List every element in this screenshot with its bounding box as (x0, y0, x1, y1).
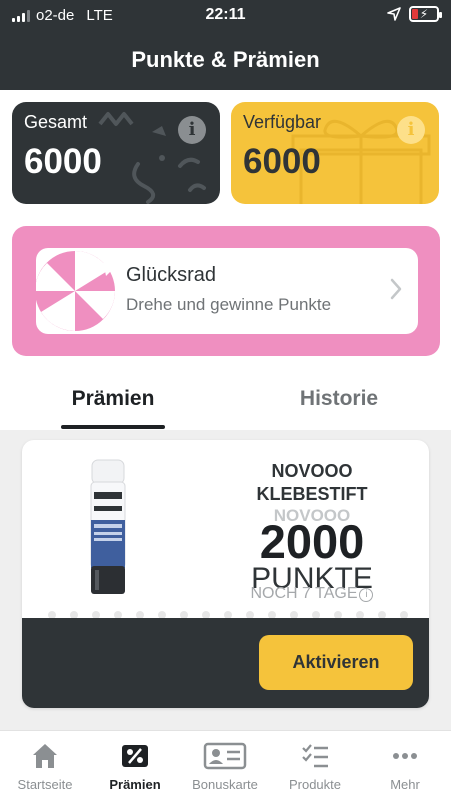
tab-bar-item-praemien[interactable]: Prämien (90, 731, 180, 800)
total-points-value: 6000 (24, 142, 102, 181)
total-points-card[interactable]: Gesamt 6000 i (12, 102, 220, 204)
chevron-right-icon (390, 278, 402, 300)
reward-name: NOVOOO KLEBESTIFT (256, 461, 368, 504)
page-title: Punkte & Prämien (131, 47, 320, 72)
home-icon (33, 744, 57, 768)
status-time: 22:11 (205, 6, 246, 23)
rewards-tabs: Prämien Historie (0, 370, 451, 428)
reward-points-value: 2000 (259, 515, 365, 568)
activate-button[interactable]: Aktivieren (259, 635, 413, 690)
reward-card[interactable]: NOVOOO KLEBESTIFT NOVOOO 2000 PUNKTE NOC… (22, 440, 429, 708)
status-right: ⚡ (387, 6, 442, 22)
bottom-tab-bar: Startseite Prämien Bonuskarte Produkte M… (0, 730, 451, 800)
wheel-of-fortune-icon (36, 251, 118, 331)
wheel-of-fortune-card[interactable]: Glücksrad Drehe und gewinne Punkte (36, 248, 418, 334)
available-points-card[interactable]: Verfügbar 6000 i (231, 102, 439, 204)
main-content: Gesamt 6000 i Verfügbar 6000 i Glücksrad… (0, 90, 451, 730)
percent-icon (122, 745, 148, 767)
active-tab-indicator (61, 425, 165, 429)
reward-remaining-label: NOCH 7 TAGE (250, 585, 358, 602)
wheel-title: Glücksrad (126, 264, 217, 286)
location-arrow-icon (387, 7, 401, 21)
app-header: Punkte & Prämien (0, 30, 451, 90)
tab-bar-item-produkte[interactable]: Produkte (270, 731, 360, 800)
tab-bar-item-bonuskarte[interactable]: Bonuskarte (180, 731, 270, 800)
available-points-value: 6000 (243, 142, 321, 181)
charging-bolt-icon: ⚡ (419, 7, 429, 21)
tab-bar-item-mehr[interactable]: Mehr (360, 731, 450, 800)
info-icon[interactable]: i (397, 116, 425, 144)
tab-bar-item-startseite[interactable]: Startseite (0, 731, 90, 800)
glue-stick-image (90, 459, 126, 594)
checklist-icon (302, 744, 328, 768)
wheel-of-fortune-banner: Glücksrad Drehe und gewinne Punkte (12, 226, 440, 356)
status-bar: o2-de LTE 22:11 ⚡ (0, 0, 451, 30)
battery-icon: ⚡ (409, 6, 442, 22)
tab-bar-label: Produkte (288, 777, 342, 792)
id-card-icon (203, 742, 247, 770)
info-icon[interactable]: i (359, 588, 374, 602)
tab-praemien[interactable]: Prämien (0, 370, 226, 428)
available-points-label: Verfügbar (243, 112, 322, 132)
reward-action-area: Aktivieren (22, 618, 429, 708)
tab-bar-label: Mehr (390, 777, 420, 792)
reward-remaining-time: NOCH 7 TAGE i (227, 585, 397, 603)
tab-historie[interactable]: Historie (226, 370, 451, 428)
wheel-subtitle: Drehe und gewinne Punkte (126, 295, 332, 314)
tab-bar-label: Bonuskarte (192, 777, 258, 792)
rewards-list: NOVOOO KLEBESTIFT NOVOOO 2000 PUNKTE NOC… (0, 430, 451, 730)
more-dots-icon (393, 753, 417, 759)
tab-bar-label: Startseite (17, 777, 73, 792)
info-icon[interactable]: i (178, 116, 206, 144)
total-points-label: Gesamt (24, 112, 88, 132)
tab-bar-label: Prämien (109, 777, 161, 792)
